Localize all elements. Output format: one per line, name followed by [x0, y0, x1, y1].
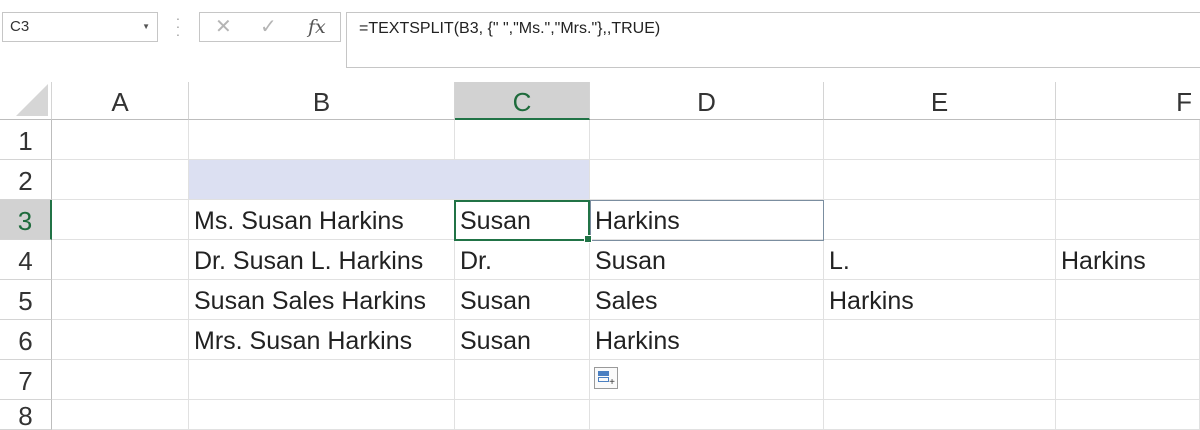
cell-b6[interactable]: Mrs. Susan Harkins [189, 320, 455, 360]
name-box[interactable]: C3 ▼ [2, 12, 158, 42]
cell-f6[interactable] [1056, 320, 1200, 360]
enter-icon[interactable]: ✓ [260, 13, 277, 41]
cell-d5[interactable]: Sales [590, 280, 824, 320]
cell-d8[interactable] [590, 400, 824, 430]
row-header-4[interactable]: 4 [0, 240, 52, 280]
cell-b5[interactable]: Susan Sales Harkins [189, 280, 455, 320]
name-box-value: C3 [10, 18, 30, 35]
column-header-e[interactable]: E [824, 82, 1056, 120]
cell-d4[interactable]: Susan [590, 240, 824, 280]
column-header-f[interactable]: F [1056, 82, 1200, 120]
cell-a3[interactable] [52, 200, 189, 240]
cell-b1[interactable] [189, 120, 455, 160]
cell-f2[interactable] [1056, 160, 1200, 200]
cell-c6[interactable]: Susan [455, 320, 590, 360]
column-header-a[interactable]: A [52, 82, 189, 120]
formula-bar: C3 ▼ · · · ✕ ✓ fx =TEXTSPLIT(B3, {" ","Ms.… [0, 0, 1200, 82]
cell-d1[interactable] [590, 120, 824, 160]
column-header-d[interactable]: D [590, 82, 824, 120]
cell-f4[interactable]: Harkins [1056, 240, 1200, 280]
cell-f8[interactable] [1056, 400, 1200, 430]
cell-e6[interactable] [824, 320, 1056, 360]
row-header-5[interactable]: 5 [0, 280, 52, 320]
cell-f1[interactable] [1056, 120, 1200, 160]
grip-icon[interactable]: · · · [173, 11, 183, 41]
cell-c3[interactable]: Susan [455, 200, 590, 240]
cell-b4[interactable]: Dr. Susan L. Harkins [189, 240, 455, 280]
cell-e2[interactable] [824, 160, 1056, 200]
cell-a4[interactable] [52, 240, 189, 280]
cell-a7[interactable] [52, 360, 189, 400]
cell-a2[interactable] [52, 160, 189, 200]
cell-c4[interactable]: Dr. [455, 240, 590, 280]
cell-c2[interactable] [455, 160, 590, 200]
cell-f5[interactable] [1056, 280, 1200, 320]
cell-d2[interactable] [590, 160, 824, 200]
quick-analysis-icon[interactable]: + [594, 367, 618, 389]
row-header-7[interactable]: 7 [0, 360, 52, 400]
cell-b3[interactable]: Ms. Susan Harkins [189, 200, 455, 240]
cell-e4[interactable]: L. [824, 240, 1056, 280]
quick-analysis-bar [598, 371, 609, 376]
cell-f3[interactable] [1056, 200, 1200, 240]
cell-e3[interactable] [824, 200, 1056, 240]
cell-c5[interactable]: Susan [455, 280, 590, 320]
cell-b7[interactable] [189, 360, 455, 400]
cell-a1[interactable] [52, 120, 189, 160]
cell-a8[interactable] [52, 400, 189, 430]
select-all-button[interactable] [0, 82, 52, 120]
cell-e5[interactable]: Harkins [824, 280, 1056, 320]
column-header-b[interactable]: B [189, 82, 455, 120]
cell-a5[interactable] [52, 280, 189, 320]
cell-e8[interactable] [824, 400, 1056, 430]
row-header-8[interactable]: 8 [0, 400, 52, 430]
cell-b2[interactable] [189, 160, 455, 200]
cell-c1[interactable] [455, 120, 590, 160]
cell-b8[interactable] [189, 400, 455, 430]
row-header-2[interactable]: 2 [0, 160, 52, 200]
cell-c7[interactable] [455, 360, 590, 400]
insert-function-icon[interactable]: fx [308, 13, 326, 41]
chevron-down-icon[interactable]: ▼ [142, 13, 150, 41]
formula-buttons: ✕ ✓ fx [199, 12, 341, 42]
cell-d3[interactable]: Harkins [590, 200, 824, 240]
column-header-c[interactable]: C [455, 82, 590, 120]
row-header-3[interactable]: 3 [0, 200, 52, 240]
formula-input[interactable]: =TEXTSPLIT(B3, {" ","Ms.","Mrs."},,TRUE) [346, 12, 1200, 68]
row-header-1[interactable]: 1 [0, 120, 52, 160]
cell-e7[interactable] [824, 360, 1056, 400]
select-all-icon [16, 84, 48, 116]
cancel-icon[interactable]: ✕ [215, 13, 232, 41]
quick-analysis-bar [598, 377, 609, 382]
cell-d7[interactable] [590, 360, 824, 400]
cell-e1[interactable] [824, 120, 1056, 160]
cell-d6[interactable]: Harkins [590, 320, 824, 360]
row-header-6[interactable]: 6 [0, 320, 52, 360]
plus-icon: + [609, 377, 615, 388]
cell-c8[interactable] [455, 400, 590, 430]
cell-f7[interactable] [1056, 360, 1200, 400]
cell-a6[interactable] [52, 320, 189, 360]
